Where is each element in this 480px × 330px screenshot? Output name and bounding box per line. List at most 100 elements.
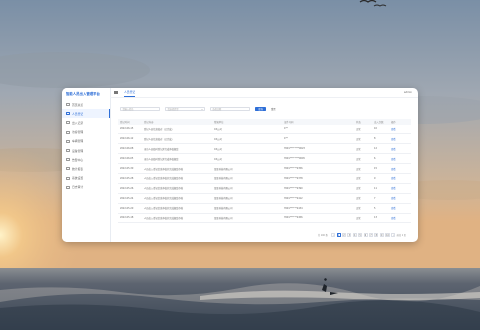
table-cell: 登记人员信息核对（已完成）	[144, 127, 174, 131]
view-link[interactable]: 查看	[389, 176, 411, 180]
sidebar-item[interactable]: 人员登记	[62, 109, 110, 119]
sidebar-item-label: 统计报表	[72, 166, 84, 171]
user-name[interactable]: admin	[404, 91, 412, 94]
view-link[interactable]: 查看	[389, 167, 411, 171]
date-picker[interactable]: 选择日期	[210, 107, 250, 112]
view-link[interactable]: 查看	[389, 137, 411, 141]
view-link[interactable]: 查看	[389, 127, 411, 131]
name-input[interactable]: 请输入姓名	[120, 107, 160, 112]
sidebar-item-label: 访客管理	[72, 130, 84, 135]
sidebar-item[interactable]: 设备管理	[62, 146, 110, 155]
table-cell: 正常	[356, 197, 361, 201]
table-cell: 某某科技有限公司	[214, 177, 233, 181]
records-table: 登记时间 登记内容 所属单位 证件号码 状态 出入次数 操作 2022-06-15 登记人员信…	[118, 119, 411, 224]
sidebar-item[interactable]: 告警中心	[62, 155, 110, 164]
table-cell: 来访人员临时登记并完成审核备案	[144, 157, 179, 161]
prev-page-button[interactable]: ‹	[331, 233, 336, 237]
page-button[interactable]: 6	[363, 233, 368, 237]
column-header: 所属单位	[214, 120, 224, 124]
table-cell: 8	[374, 137, 376, 141]
table-cell: 2022-05-24	[120, 196, 134, 200]
table-cell: XX公司	[214, 127, 222, 131]
table-cell: 3501********0023	[284, 147, 305, 151]
sidebar-item[interactable]: 出入记录	[62, 118, 110, 127]
tab-active[interactable]: 人员登记	[124, 88, 136, 97]
sidebar-item-label: 首页总览	[72, 102, 84, 107]
table-cell: 人员出入登记信息审核并完成备案存档	[144, 187, 184, 191]
table-row: 2022-05-20 人员出入登记信息审核并完成备案存档 某某科技有限公司 3501*…	[118, 204, 411, 214]
gear-icon	[66, 176, 70, 180]
view-link[interactable]: 查看	[389, 186, 411, 190]
table-cell: 5	[374, 206, 376, 210]
sidebar-item[interactable]: 系统设置	[62, 174, 110, 183]
table-cell: 4**	[284, 127, 288, 131]
type-select[interactable]: 请选择类型 ▾	[165, 107, 205, 112]
sidebar-item[interactable]: 访客管理	[62, 128, 110, 137]
page-button[interactable]: 8	[374, 233, 379, 237]
table-cell: 正常	[356, 127, 361, 131]
table-cell: 6	[374, 157, 376, 161]
column-header: 登记内容	[144, 120, 154, 124]
sidebar-item-label: 车辆管理	[72, 139, 84, 144]
table-row: 2022-06-08 来访人员临时登记并完成审核备案 XX公司 3501*******…	[118, 144, 411, 155]
top-bar: 人员登记 admin	[110, 88, 418, 98]
table-cell: 人员出入登记信息审核并完成备案存档	[144, 207, 184, 211]
page-button[interactable]: 4	[352, 233, 357, 237]
next-page-button[interactable]: ›	[391, 233, 396, 237]
page-button[interactable]: 3	[347, 233, 352, 237]
table-cell: XX公司	[214, 157, 222, 161]
table-cell: 2022-06-12	[120, 137, 134, 141]
sidebar-item[interactable]: 统计报表	[62, 164, 110, 173]
sidebar: 智能人员出入管理平台 首页总览 人员登记 出入记录 访客管理 车辆管理 设备管理 告警中心统…	[62, 88, 111, 242]
user-icon	[66, 112, 70, 116]
table-cell: 2022-05-30	[120, 167, 134, 170]
table-cell: 12	[374, 147, 377, 151]
menu-toggle-icon[interactable]	[114, 91, 118, 94]
search-button[interactable]: 查询	[255, 107, 266, 112]
table-cell: 正常	[356, 207, 361, 211]
view-link[interactable]: 查看	[389, 157, 411, 161]
table-cell: 2022-05-20	[120, 206, 134, 210]
page-button[interactable]: 10	[385, 233, 390, 237]
table-cell: 3501******2390	[284, 186, 303, 190]
page-jump[interactable]: 前往 1 页	[397, 233, 406, 237]
sidebar-item[interactable]: 车辆管理	[62, 137, 110, 146]
table-cell: 正常	[356, 167, 361, 171]
reset-button[interactable]: 重置	[271, 107, 276, 111]
table-cell: 11	[374, 186, 377, 190]
device-icon	[66, 149, 70, 153]
page-button[interactable]: 7	[368, 233, 373, 237]
column-header: 操作	[391, 120, 396, 124]
table-cell: XX公司	[214, 137, 222, 141]
type-select-placeholder: 请选择类型	[167, 108, 179, 112]
table-cell: 人员出入登记信息审核并完成备案存档	[144, 216, 184, 220]
table-cell: 3501******2456	[284, 216, 303, 220]
view-link[interactable]: 查看	[389, 147, 411, 151]
table-cell: 4**	[284, 137, 288, 141]
column-header: 状态	[356, 120, 361, 124]
table-row: 2022-05-28 人员出入登记信息审核并完成备案存档 某某科技有限公司 3501*…	[118, 174, 411, 184]
page-button[interactable]: 9	[379, 233, 384, 237]
sidebar-item-label: 出入记录	[72, 120, 84, 125]
view-link[interactable]: 查看	[389, 196, 411, 200]
table-cell: 正常	[356, 157, 361, 161]
sidebar-item-label: 设备管理	[72, 148, 84, 153]
sidebar-item[interactable]: 日志审计	[62, 183, 110, 192]
table-cell: 3501******2378	[284, 176, 303, 180]
chevron-down-icon: ▾	[201, 109, 203, 112]
table-cell: 2022-05-18	[120, 216, 134, 220]
page-button[interactable]: 2	[341, 233, 346, 237]
view-link[interactable]: 查看	[389, 216, 411, 220]
filter-bar: 请输入姓名 请选择类型 ▾ 选择日期 查询 重置	[120, 107, 276, 112]
table-cell: XX公司	[214, 147, 222, 151]
table-row: 2022-05-26 人员出入登记信息审核并完成备案存档 某某科技有限公司 3501*…	[118, 184, 411, 194]
table-row: 2022-06-12 登记人员信息核对（已完成） XX公司 4** 正常 8 查看	[118, 134, 411, 145]
sidebar-item[interactable]: 首页总览	[62, 100, 110, 109]
view-link[interactable]: 查看	[389, 206, 411, 210]
table-cell: 2022-06-08	[120, 147, 134, 151]
table-cell: 某某科技有限公司	[214, 197, 233, 201]
column-header: 证件号码	[284, 120, 294, 124]
page-button[interactable]: 5	[358, 233, 363, 237]
table-cell: 10	[374, 127, 377, 131]
page-button[interactable]: 1	[336, 233, 341, 237]
